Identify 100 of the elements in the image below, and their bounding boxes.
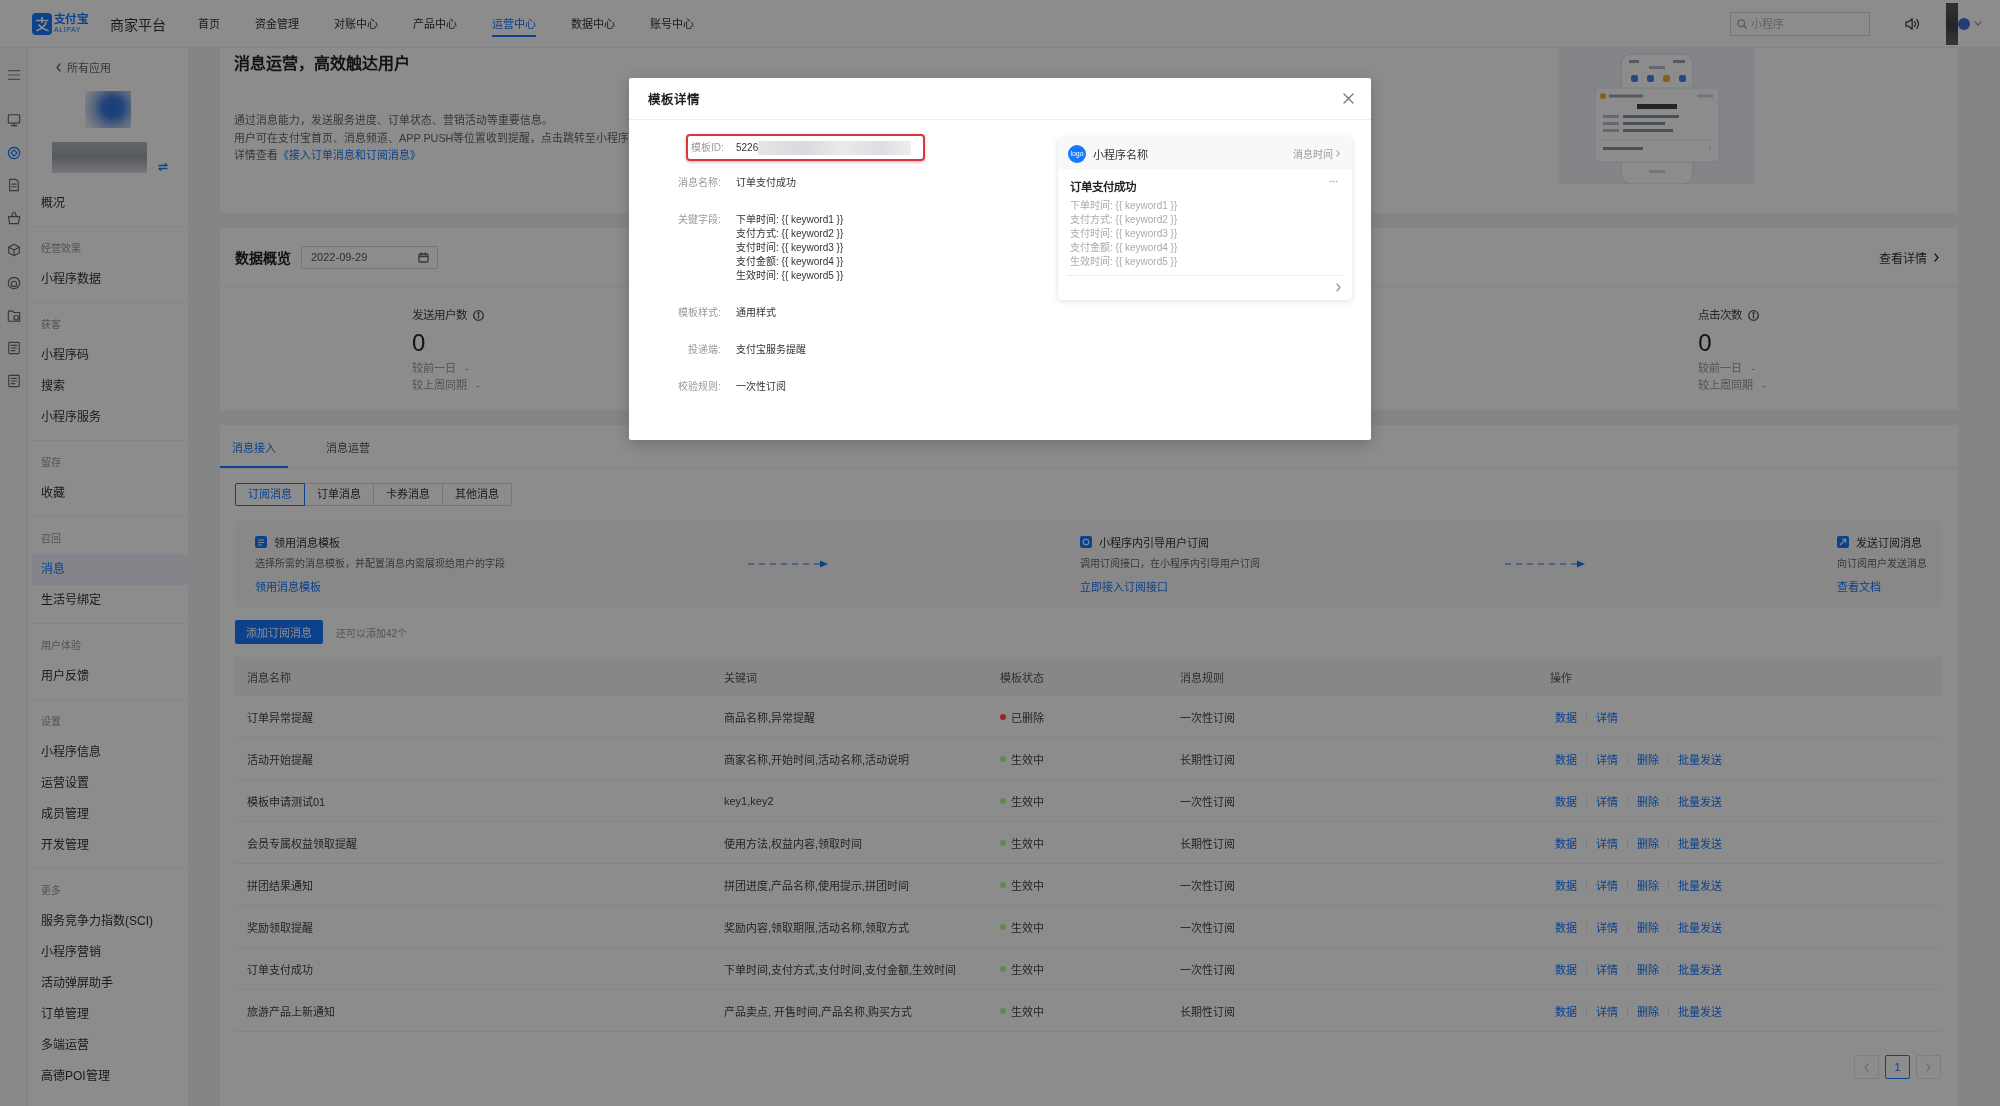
action-link[interactable]: 数据	[1555, 876, 1577, 893]
sidebar-item[interactable]: 订单管理	[32, 999, 188, 1030]
tab[interactable]: 消息接入	[220, 425, 288, 468]
menu-icon[interactable]	[6, 68, 21, 82]
action-link[interactable]: 数据	[1555, 834, 1577, 851]
action-link[interactable]: 详情	[1596, 708, 1618, 725]
sidebar-item[interactable]: 多端运营	[32, 1030, 188, 1061]
sidebar-item[interactable]: 成员管理	[32, 799, 188, 830]
action-link[interactable]: 数据	[1555, 708, 1577, 725]
sidebar-item[interactable]: 小程序信息	[32, 737, 188, 768]
action-link[interactable]: 删除	[1637, 834, 1659, 851]
action-link[interactable]: 批量发送	[1678, 876, 1722, 893]
step-link[interactable]: 立即接入订阅接口	[1080, 579, 1168, 595]
sidebar-item[interactable]: 小程序码	[32, 340, 188, 371]
action-link[interactable]: 删除	[1637, 792, 1659, 809]
action-link[interactable]: 批量发送	[1678, 960, 1722, 977]
sidebar-item[interactable]: 小程序数据	[32, 264, 188, 295]
action-link[interactable]: 详情	[1596, 1002, 1618, 1019]
action-link[interactable]: 批量发送	[1678, 834, 1722, 851]
sidebar-item[interactable]: 用户反馈	[32, 661, 188, 692]
nav-tab[interactable]: 运营中心	[491, 0, 536, 37]
action-link[interactable]: 详情	[1596, 960, 1618, 977]
action-link[interactable]: 批量发送	[1678, 792, 1722, 809]
sidebar-item[interactable]: 小程序服务	[32, 402, 188, 433]
sidebar-item[interactable]: 小程序营销	[32, 937, 188, 968]
list-icon[interactable]	[6, 373, 21, 388]
nav-tab[interactable]: 账号中心	[649, 0, 694, 37]
action-link[interactable]: 详情	[1596, 918, 1618, 935]
time-link[interactable]: 消息时间	[1293, 146, 1340, 161]
nav-tab[interactable]: 对账中心	[333, 0, 378, 37]
field-label: 模板ID:	[691, 140, 721, 155]
swap-icon[interactable]	[158, 163, 168, 171]
action-link[interactable]: 详情	[1596, 834, 1618, 851]
avatar-icon[interactable]	[1958, 17, 1970, 30]
table-cell-text: 奖励内容,领取期限,活动名称,领取方式	[724, 920, 910, 935]
details-link[interactable]: 查看详情	[1879, 248, 1939, 266]
action-link[interactable]: 数据	[1555, 960, 1577, 977]
sidebar-item[interactable]: 高德POI管理	[32, 1061, 188, 1092]
action-link[interactable]: 批量发送	[1678, 750, 1722, 767]
sidebar-item[interactable]: 收藏	[32, 478, 188, 509]
sidebar-item[interactable]: 消息	[32, 554, 188, 585]
sidebar-item[interactable]: 概况	[32, 188, 188, 219]
action-link[interactable]: 数据	[1555, 918, 1577, 935]
sidebar-item[interactable]: 开发管理	[32, 830, 188, 861]
info-icon[interactable]	[473, 309, 484, 321]
filter-tab[interactable]: 订阅消息	[235, 483, 305, 506]
chevron-left-icon	[1864, 1062, 1869, 1072]
sidebar-item[interactable]: 服务竞争力指数(SCI)	[32, 906, 188, 937]
nav-tab[interactable]: 数据中心	[570, 0, 615, 37]
action-link[interactable]: 删除	[1637, 876, 1659, 893]
monitor-icon[interactable]	[6, 113, 21, 127]
action-link[interactable]: 详情	[1596, 876, 1618, 893]
action-link[interactable]: 批量发送	[1678, 1002, 1722, 1019]
nav-tab[interactable]: 资金管理	[254, 0, 299, 37]
info-icon[interactable]	[1748, 309, 1760, 321]
sidebar-item[interactable]: 生活号绑定	[32, 585, 188, 616]
cube-icon[interactable]	[6, 243, 21, 258]
folder-clock-icon[interactable]	[6, 308, 21, 323]
date-field[interactable]: 2022-09-29	[301, 245, 438, 269]
calendar-icon	[418, 251, 429, 263]
action-link[interactable]: 数据	[1555, 792, 1577, 809]
action-link[interactable]: 数据	[1555, 1002, 1577, 1019]
close-icon[interactable]	[1343, 93, 1354, 104]
sidebar-item[interactable]: 搜索	[32, 371, 188, 402]
back-link[interactable]: 所有应用	[32, 58, 188, 76]
action-link[interactable]: 删除	[1637, 960, 1659, 977]
field-value: 支付金额: {{ keyword4 }}	[736, 255, 844, 269]
column-header: 模板状态	[1000, 670, 1044, 685]
modal-title: 模板详情	[648, 91, 700, 108]
sidebar-item[interactable]: 运营设置	[32, 768, 188, 799]
ring-icon[interactable]	[6, 275, 21, 290]
caret-icon[interactable]	[1974, 21, 1982, 26]
speaker-icon[interactable]	[1905, 16, 1920, 31]
add-subscription-button[interactable]: 添加订阅消息	[235, 620, 323, 644]
chevron-right-icon[interactable]	[1336, 283, 1341, 292]
sidebar-item[interactable]: 活动弹屏助手	[32, 968, 188, 999]
basket-icon[interactable]	[6, 210, 21, 225]
filter-tab[interactable]: 其他消息	[442, 483, 512, 506]
action-link[interactable]: 批量发送	[1678, 918, 1722, 935]
field-value: 支付方式: {{ keyword2 }}	[736, 227, 844, 241]
document-icon[interactable]	[6, 178, 21, 193]
page-button[interactable]: 1	[1885, 1055, 1910, 1079]
field-value: 生效时间: {{ keyword5 }}	[736, 269, 844, 283]
step-link[interactable]: 查看文档	[1837, 579, 1881, 595]
target-icon[interactable]	[6, 145, 21, 160]
filter-tab[interactable]: 订单消息	[304, 483, 374, 506]
tab[interactable]: 消息运营	[314, 425, 382, 468]
nav-tab[interactable]: 首页	[197, 0, 220, 37]
action-link[interactable]: 删除	[1637, 750, 1659, 767]
action-link[interactable]: 详情	[1596, 792, 1618, 809]
action-link[interactable]: 数据	[1555, 750, 1577, 767]
action-link[interactable]: 详情	[1596, 750, 1618, 767]
step-link[interactable]: 领用消息模板	[255, 579, 321, 595]
list-icon[interactable]	[6, 341, 21, 356]
filter-tab[interactable]: 卡券消息	[373, 483, 443, 506]
action-link[interactable]: 删除	[1637, 1002, 1659, 1019]
status-text: 生效中	[1011, 920, 1044, 935]
nav-tab[interactable]: 产品中心	[412, 0, 457, 37]
action-link[interactable]: 删除	[1637, 918, 1659, 935]
doc-link[interactable]: 《接入订单消息和订阅消息》	[278, 149, 421, 161]
